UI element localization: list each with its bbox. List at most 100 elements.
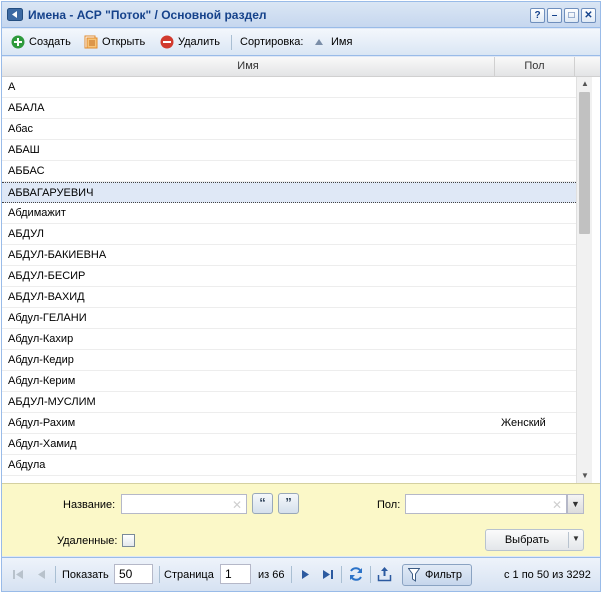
column-header-sex[interactable]: Пол: [495, 57, 575, 77]
cell-name: АБДУЛ-ВАХИД: [8, 291, 85, 303]
table-row[interactable]: Абдула: [2, 455, 576, 476]
table-row[interactable]: АБДУЛ-БАКИЕВНА: [2, 245, 576, 266]
table-row[interactable]: Абдул-Керим: [2, 371, 576, 392]
sort-field-label: Имя: [331, 36, 353, 48]
clear-name-icon[interactable]: ✕: [232, 498, 242, 512]
table-row[interactable]: АБДУЛ-БЕСИР: [2, 266, 576, 287]
title-bar: Имена - АСР "Поток" / Основной раздел ? …: [2, 2, 600, 28]
filter-funnel-icon: [408, 568, 420, 582]
sort-label: Сортировка:: [240, 36, 304, 48]
open-label: Открыть: [102, 36, 146, 48]
toolbar-separator: [231, 35, 232, 50]
refresh-icon[interactable]: [348, 566, 364, 582]
sex-dropdown-trigger[interactable]: ▼: [567, 494, 584, 514]
previous-page-icon[interactable]: [37, 569, 46, 580]
deleted-checkbox[interactable]: [122, 534, 135, 547]
next-page-icon[interactable]: [301, 569, 310, 580]
open-document-icon: [84, 35, 98, 49]
close-quote-button[interactable]: ”: [278, 493, 299, 514]
table-row[interactable]: Абдул-ГЕЛАНИ: [2, 308, 576, 329]
add-icon: [11, 35, 25, 49]
table-row[interactable]: АБДУЛ-МУСЛИМ: [2, 392, 576, 413]
names-grid: Имя Пол А АБАЛА Абас АБАШ АББАС АБВАГАРУЕВИЧ А…: [2, 57, 600, 483]
open-quote-button[interactable]: “: [252, 493, 273, 514]
cell-name: Абас: [8, 123, 34, 135]
minimize-icon[interactable]: –: [547, 8, 562, 23]
maximize-icon[interactable]: □: [564, 8, 579, 23]
table-row[interactable]: АБДУЛ: [2, 224, 576, 245]
table-row[interactable]: АБАШ: [2, 140, 576, 161]
window: Имена - АСР "Поток" / Основной раздел ? …: [1, 1, 601, 592]
table-row[interactable]: АБВАГАРУЕВИЧ: [2, 182, 576, 203]
paging-separator: [370, 566, 371, 583]
clear-sex-icon[interactable]: ✕: [552, 498, 562, 512]
page-count-label: из 66: [258, 569, 285, 581]
vertical-scrollbar[interactable]: ▲ ▼: [576, 77, 592, 483]
delete-label: Удалить: [178, 36, 220, 48]
paging-separator: [291, 566, 292, 583]
column-header-name[interactable]: Имя: [2, 57, 495, 77]
page-number-input[interactable]: 1: [220, 564, 251, 584]
open-quote-icon: “: [259, 495, 266, 510]
cell-sex: Женский: [501, 417, 546, 429]
table-row[interactable]: Абдул-Хамид: [2, 434, 576, 455]
delete-button[interactable]: Удалить: [160, 34, 222, 52]
chevron-down-icon: ▼: [571, 499, 580, 509]
export-icon[interactable]: [377, 566, 392, 582]
delete-icon: [160, 35, 174, 49]
paging-separator: [159, 566, 160, 583]
cell-name: А: [8, 81, 16, 93]
table-row[interactable]: АББАС: [2, 161, 576, 182]
scroll-thumb[interactable]: [579, 92, 590, 234]
table-row[interactable]: АБДУЛ-ВАХИД: [2, 287, 576, 308]
window-back-icon[interactable]: [7, 8, 23, 21]
table-row[interactable]: АБАЛА: [2, 98, 576, 119]
name-filter-input[interactable]: ✕: [121, 494, 247, 514]
cell-name: Абдул-Керим: [8, 375, 76, 387]
select-button-split: [568, 532, 569, 548]
open-button[interactable]: Открыть: [84, 34, 150, 52]
paging-separator: [341, 566, 342, 583]
cell-name: Абдул-ГЕЛАНИ: [8, 312, 87, 324]
cell-name: АББАС: [8, 165, 45, 177]
last-page-icon[interactable]: [322, 569, 334, 580]
cell-name: АБАШ: [8, 144, 40, 156]
cell-name: АБДУЛ-БАКИЕВНА: [8, 249, 107, 261]
table-row[interactable]: Абдул-Кедир: [2, 350, 576, 371]
grid-body: А АБАЛА Абас АБАШ АББАС АБВАГАРУЕВИЧ Абдимажит…: [2, 77, 576, 483]
select-dropdown-icon[interactable]: ▼: [572, 534, 580, 543]
table-row[interactable]: Абас: [2, 119, 576, 140]
filter-toggle-button[interactable]: Фильтр: [402, 564, 472, 586]
sort-by-name-button[interactable]: Имя: [314, 34, 354, 52]
create-label: Создать: [29, 36, 71, 48]
page-label: Страница: [164, 569, 214, 581]
deleted-filter-label: Удаленные:: [57, 535, 118, 547]
page-size-input[interactable]: 50: [114, 564, 153, 584]
scroll-down-icon[interactable]: ▼: [577, 469, 593, 483]
name-filter-label: Название:: [63, 499, 116, 511]
toolbar: Создать Открыть Удалить Сортировка: Имя: [2, 29, 600, 56]
cell-name: Абдимажит: [8, 207, 66, 219]
table-row[interactable]: Абдул-Кахир: [2, 329, 576, 350]
cell-name: Абдул-Кедир: [8, 354, 74, 366]
show-label: Показать: [62, 569, 109, 581]
cell-name: Абдул-Хамид: [8, 438, 77, 450]
sex-filter-label: Пол:: [377, 499, 401, 511]
first-page-icon[interactable]: [12, 569, 24, 580]
cell-name: АБДУЛ-МУСЛИМ: [8, 396, 96, 408]
cell-name: АБДУЛ: [8, 228, 44, 240]
help-icon[interactable]: ?: [530, 8, 545, 23]
select-button-label: Выбрать: [504, 534, 550, 546]
cell-name: АБАЛА: [8, 102, 45, 114]
close-icon[interactable]: ✕: [581, 8, 596, 23]
cell-name: Абдул-Рахим: [8, 417, 76, 429]
create-button[interactable]: Создать: [11, 34, 75, 52]
select-button[interactable]: Выбрать ▼: [485, 529, 584, 551]
cell-name: Абдула: [8, 459, 46, 471]
table-row[interactable]: Абдул-Рахим Женский: [2, 413, 576, 434]
sex-filter-input[interactable]: ✕: [405, 494, 567, 514]
paging-summary: с 1 по 50 из 3292: [504, 569, 591, 581]
scroll-up-icon[interactable]: ▲: [577, 77, 593, 91]
table-row[interactable]: А: [2, 77, 576, 98]
table-row[interactable]: Абдимажит: [2, 203, 576, 224]
